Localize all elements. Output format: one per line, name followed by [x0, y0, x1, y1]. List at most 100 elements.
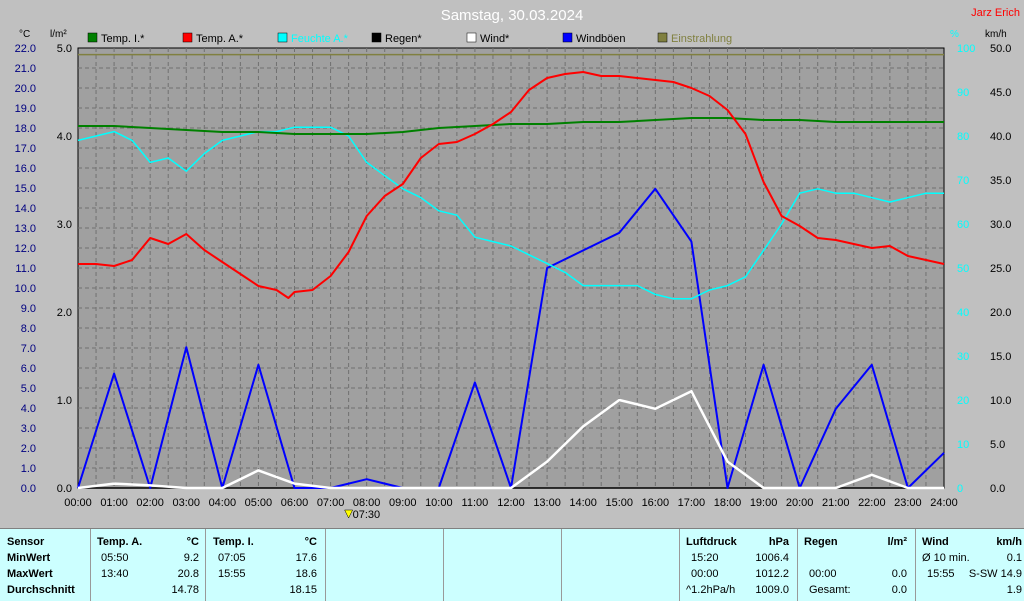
temp-tick-label: 20.0: [15, 83, 36, 95]
humidity-tick-label: 20: [957, 395, 969, 407]
x-tick-label: 20:00: [786, 497, 814, 509]
regen-column: Regen l/m² 00:00 0.0 Gesamt: 0.0: [797, 529, 915, 601]
time-marker-icon: [344, 509, 354, 519]
x-tick-label: 19:00: [750, 497, 778, 509]
temp-i-min-time: 07:05: [218, 552, 246, 564]
temp-i-max-value: 18.6: [295, 568, 317, 580]
luftdruck-min-value: 1006.4: [755, 552, 789, 564]
temp-tick-label: 12.0: [15, 243, 36, 255]
temp-i-unit: °C: [304, 536, 317, 548]
temp-tick-label: 9.0: [21, 303, 36, 315]
temp-tick-label: 8.0: [21, 323, 36, 335]
rain-tick-label: 2.0: [57, 307, 72, 319]
temp-tick-label: 6.0: [21, 363, 36, 375]
legend-swatch: [466, 32, 477, 43]
x-tick-label: 23:00: [894, 497, 922, 509]
temp-tick-label: 13.0: [15, 223, 36, 235]
x-tick-label: 21:00: [822, 497, 850, 509]
temp-tick-label: 0.0: [21, 483, 36, 495]
x-tick-label: 01:00: [100, 497, 128, 509]
temp-tick-label: 1.0: [21, 463, 36, 475]
regen-value: 0.0: [891, 568, 907, 580]
wind-tick-label: 15.0: [990, 351, 1011, 363]
temp-i-max-time: 15:55: [218, 568, 246, 580]
temp-i-header: Temp. I.: [213, 536, 254, 548]
legend-label: Feuchte A.*: [291, 33, 349, 45]
wind-tick-label: 45.0: [990, 87, 1011, 99]
wind-axis-unit: km/h: [985, 29, 1007, 40]
temp-tick-label: 3.0: [21, 423, 36, 435]
humidity-tick-label: 90: [957, 87, 969, 99]
wind-max-value: S-SW 14.9: [968, 568, 1022, 580]
chart-title: Samstag, 30.03.2024: [441, 7, 584, 24]
humidity-tick-label: 70: [957, 175, 969, 187]
humidity-tick-label: 50: [957, 263, 969, 275]
x-tick-label: 24:00: [930, 497, 958, 509]
x-tick-label: 06:00: [281, 497, 309, 509]
row-label-sensor: Sensor: [7, 536, 45, 548]
temp-i-min-value: 17.6: [295, 552, 317, 564]
x-tick-label: 13:00: [533, 497, 561, 509]
x-tick-label: 07:00: [317, 497, 345, 509]
row-label-min: MinWert: [7, 552, 51, 564]
empty-column-2: [443, 529, 561, 601]
x-tick-label: 17:00: [678, 497, 706, 509]
luftdruck-trend: ^1.2hPa/h: [686, 584, 736, 596]
temp-a-max-time: 13:40: [101, 568, 129, 580]
legend-swatch: [277, 32, 288, 43]
wind-max-time: 15:55: [927, 568, 955, 580]
legend-label: Temp. A.*: [196, 33, 244, 45]
x-tick-label: 22:00: [858, 497, 886, 509]
temp-axis-unit: °C: [19, 29, 30, 40]
temp-a-min-value: 9.2: [183, 552, 199, 564]
wind-daily-avg-value: 1.9: [1006, 584, 1022, 596]
statistics-table: Sensor MinWert MaxWert Durchschnitt Temp…: [0, 528, 1024, 601]
wind-tick-label: 40.0: [990, 131, 1011, 143]
humidity-tick-label: 60: [957, 219, 969, 231]
wind-tick-label: 25.0: [990, 263, 1011, 275]
weather-chart: Samstag, 30.03.2024 Jarz Erich °C l/m²% km/h…: [0, 0, 1024, 524]
row-label-avg: Durchschnitt: [7, 584, 75, 596]
temp-tick-label: 22.0: [15, 43, 36, 55]
x-tick-label: 10:00: [425, 497, 453, 509]
x-tick-label: 02:00: [136, 497, 164, 509]
legend-swatch: [657, 32, 668, 43]
x-tick-label: 16:00: [642, 497, 670, 509]
regen-total-value: 0.0: [891, 584, 907, 596]
temp-tick-label: 15.0: [15, 183, 36, 195]
rain-axis-unit: l/m²: [50, 29, 67, 40]
rain-tick-label: 4.0: [57, 131, 72, 143]
wind-tick-label: 10.0: [990, 395, 1011, 407]
time-marker-label: 07:30: [353, 509, 381, 521]
row-labels-column: Sensor MinWert MaxWert Durchschnitt: [0, 529, 90, 601]
wind-tick-label: 30.0: [990, 219, 1011, 231]
legend-swatch: [562, 32, 573, 43]
temp-tick-label: 19.0: [15, 103, 36, 115]
humidity-tick-label: 40: [957, 307, 969, 319]
temp-tick-label: 18.0: [15, 123, 36, 135]
x-tick-label: 14:00: [569, 497, 597, 509]
humidity-tick-label: 0: [957, 483, 963, 495]
wind-tick-label: 0.0: [990, 483, 1005, 495]
wind-tick-label: 5.0: [990, 439, 1005, 451]
x-tick-label: 08:00: [353, 497, 381, 509]
temp-tick-label: 5.0: [21, 383, 36, 395]
legend-swatch: [371, 32, 382, 43]
x-tick-label: 11:00: [462, 497, 489, 509]
temp-a-min-time: 05:50: [101, 552, 129, 564]
temp-a-column: Temp. A. °C 05:50 9.2 13:40 20.8 14.78: [90, 529, 205, 601]
wind-avg-label: Ø 10 min.: [922, 552, 970, 564]
temp-a-max-value: 20.8: [177, 568, 199, 580]
legend-label: Temp. I.*: [101, 33, 145, 45]
rain-tick-label: 3.0: [57, 219, 72, 231]
wind-column: Wind km/h Ø 10 min. 0.1 15:55 S-SW 14.9 …: [915, 529, 1024, 601]
luftdruck-avg-value: 1009.0: [755, 584, 789, 596]
x-tick-label: 03:00: [172, 497, 200, 509]
legend-label: Regen*: [385, 33, 422, 45]
temp-tick-label: 17.0: [15, 143, 36, 155]
regen-time: 00:00: [809, 568, 837, 580]
temp-a-avg-value: 14.78: [171, 584, 199, 596]
legend-label: Wind*: [480, 33, 510, 45]
luftdruck-unit: hPa: [768, 536, 789, 548]
humidity-axis-unit: %: [950, 29, 959, 40]
